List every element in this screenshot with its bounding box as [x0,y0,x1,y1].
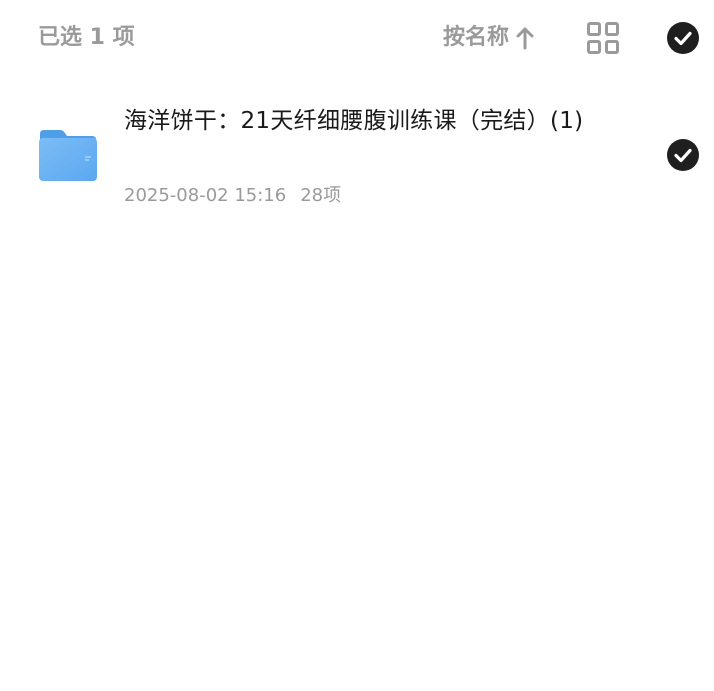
modified-date: 2025-08-02 15:16 [124,185,287,206]
file-name: 海洋饼干：21天纤细腰腹训练课（完结）(1) [124,108,584,134]
selection-toolbar: 已选 1 项 按名称 [0,0,714,76]
selection-count-label: 已选 1 项 [38,25,135,50]
select-all-check-icon[interactable] [667,22,699,54]
file-list-item[interactable]: 海洋饼干：21天纤细腰腹训练课（完结）(1) 2025-08-02 15:16 2… [0,96,714,220]
item-count: 28项 [300,185,342,206]
row-selected-check-icon[interactable] [667,139,699,171]
folder-icon [38,128,98,182]
sort-label: 按名称 [443,25,510,50]
file-metadata: 2025-08-02 15:16 28项 [124,182,341,210]
arrow-up-icon [515,26,535,50]
grid-view-icon[interactable] [586,21,620,55]
sort-by-name-button[interactable]: 按名称 [443,22,535,54]
